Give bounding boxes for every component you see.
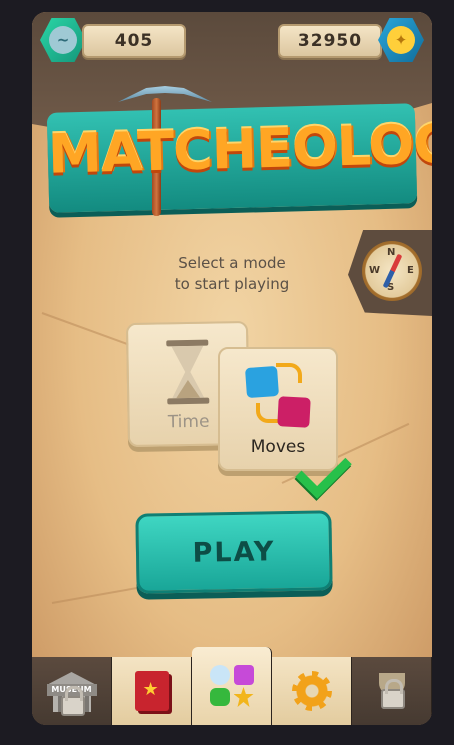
play-button[interactable]: PLAY	[135, 510, 333, 594]
tab-collection[interactable]	[112, 657, 192, 725]
lock-icon	[60, 686, 85, 716]
compass-north: N	[387, 247, 396, 258]
book-icon	[134, 671, 169, 711]
tile-square	[233, 665, 254, 685]
game-logo: MATCHEOLOGY	[47, 111, 432, 186]
bottom-nav: MUSEUM	[32, 647, 432, 725]
tab-trophies[interactable]	[352, 657, 432, 725]
trophy-icon	[377, 671, 407, 711]
tab-museum[interactable]: MUSEUM	[32, 657, 112, 725]
blue-tile-icon	[244, 365, 280, 399]
lock-icon	[380, 679, 405, 709]
compass-east: E	[407, 265, 414, 276]
compass-west: W	[369, 265, 381, 276]
pink-tile-icon	[277, 396, 311, 428]
stone-coin-face: ~	[49, 26, 77, 54]
hourglass-icon	[166, 339, 210, 405]
gear-icon	[291, 671, 332, 711]
museum-icon: MUSEUM	[45, 666, 99, 716]
gold-coin-counter: 32950	[278, 24, 382, 58]
hourglass-base	[167, 397, 210, 405]
tab-settings[interactable]	[272, 657, 352, 725]
gold-coin-face: ✦	[387, 26, 415, 54]
hourglass-cap	[166, 339, 209, 347]
tile-beetle	[209, 688, 230, 706]
compass-icon[interactable]: N S W E	[362, 241, 422, 301]
tiles-icon	[206, 663, 258, 709]
museum-roof	[48, 672, 95, 684]
swap-arrow-icon	[276, 363, 302, 383]
tab-play[interactable]	[192, 647, 272, 725]
tile-circle	[209, 665, 230, 685]
stone-coin-counter: 405	[82, 24, 186, 58]
game-screen: ~ 405 32950 ✦ MATCHEOLOGY Select a mode …	[32, 12, 432, 725]
tile-star	[233, 687, 254, 707]
